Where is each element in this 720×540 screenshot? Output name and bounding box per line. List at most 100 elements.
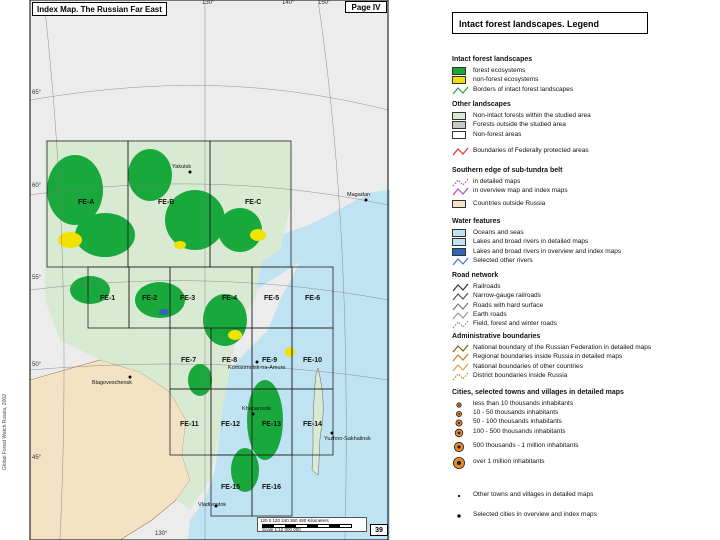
legend-section-heading: Road network [452,272,499,279]
sheet-label-fe-12[interactable]: FE-12 [221,421,240,428]
legend-line-icon [452,187,469,196]
legend-item: 50 - 100 thousands inhabitants [452,417,712,427]
city-label: Khabarovsk [242,406,272,412]
legend-swatch [452,247,466,256]
legend-swatch [452,112,466,120]
sheet-label-fe-6[interactable]: FE-6 [305,295,320,302]
legend-item: 100 - 500 thousands inhabitants [452,427,712,438]
longitude-label: 150° [318,0,331,6]
scale-bar: 120 0 120 240 360 480 Kilometers Scale 1… [257,517,367,532]
legend-item-label: Countries outside Russia [473,200,546,207]
legend-line-icon [457,514,461,518]
index-map: Index Map. The Russian Far East Page IV … [0,0,390,540]
city-symbol-icon [453,457,465,469]
map-credit: Global Forest Watch Russia, 2002 [2,394,8,470]
city-label: Yakutsk [172,164,192,170]
sheet-label-fe-7[interactable]: FE-7 [181,357,196,364]
legend-item: District boundaries inside Russia [452,371,712,381]
legend-item: Non-forest areas [452,130,712,140]
sheet-label-fe-3[interactable]: FE-3 [180,295,195,302]
sheet-label-fe-10[interactable]: FE-10 [303,357,322,364]
scale-text: Scale 1:12 000 000 [262,527,301,532]
sheet-label-fe-15[interactable]: FE-15 [221,484,240,491]
lake [159,309,169,315]
legend-item: Selected other rivers [452,256,712,266]
legend-line-icon [452,86,469,94]
legend-item-label: over 1 million inhabitants [473,458,545,465]
legend-item: 500 thousands - 1 million inhabitants [452,441,712,453]
legend-title: Intact forest landscapes. Legend [452,12,648,34]
map-title: Index Map. The Russian Far East [32,2,167,16]
city-label: Blagoveschensk [92,380,133,386]
legend-section-heading: Intact forest landscapes [452,56,533,63]
longitude-label: 130° [202,0,215,6]
page-number: 39 [370,524,388,536]
scale-ticks: 120 0 120 240 360 480 Kilometers [260,518,329,523]
legend-item-label: Non-forest areas [473,130,522,138]
longitude-label: 140° [282,0,295,6]
sheet-label-fe-9[interactable]: FE-9 [262,357,277,364]
sheet-label-fe-11[interactable]: FE-11 [180,421,199,428]
latitude-label: 55° [32,275,42,281]
legend-section-heading: Southern edge of sub-tundra belt [452,167,563,174]
legend-item-label: Field, forest and winter roads [473,320,557,328]
page-label: Page IV [345,1,387,13]
legend-section-heading: Cities, selected towns and villages in d… [452,389,624,396]
legend-item-label: Other towns and villages in detailed map… [473,491,594,498]
legend-swatch [452,76,466,85]
legend-item-label: 50 - 100 thousands inhabitants [473,418,562,425]
sheet-label-fe-5[interactable]: FE-5 [264,295,279,302]
sheet-label-fe-8[interactable]: FE-8 [222,357,237,364]
legend-item-label: in overview map and index maps [473,187,568,195]
legend-item-label: 500 thousands - 1 million inhabitants [473,442,579,449]
sheet-label-fe-13[interactable]: FE-13 [262,421,281,428]
sheet-label-fe-2[interactable]: FE-2 [142,295,157,302]
legend-item: Boundaries of Federally protected areas [452,146,712,156]
latitude-label: 50° [32,362,42,368]
legend-item: Field, forest and winter roads [452,319,712,329]
sheet-label-fe-a[interactable]: FE-A [78,199,94,206]
legend-item-label: Boundaries of Federally protected areas [473,147,589,154]
legend-item-label: Selected cities in overview and index ma… [473,511,597,518]
legend-line-icon [452,147,469,156]
legend-item: Selected cities in overview and index ma… [452,510,712,520]
legend-item-label: 100 - 500 thousands inhabitants [473,428,566,435]
sheet-label-fe-16[interactable]: FE-16 [262,484,281,491]
legend-swatch [452,229,466,237]
legend-swatch [452,121,466,130]
city-label: Yuzhno-Sakhalinsk [324,436,371,442]
latitude-label: 60° [32,183,42,189]
legend-swatch [452,130,466,139]
city-label: Vladivostok [198,502,227,508]
city-label: Komsomolsk-na-Amure [228,365,286,371]
legend-item: Other towns and villages in detailed map… [452,490,712,500]
legend-swatch [452,200,466,208]
legend-item: in overview map and index maps [452,186,712,196]
legend-section-heading: Other landscapes [452,101,511,108]
legend-section-heading: Administrative boundaries [452,333,541,340]
sheet-label-fe-1[interactable]: FE-1 [100,295,115,302]
legend-panel: Intact forest landscapes. Legend Intact … [448,0,720,540]
sheet-label-fe-4[interactable]: FE-4 [222,295,237,302]
legend-item-label: Selected other rivers [473,256,533,264]
sheet-label-fe-b[interactable]: FE-B [158,199,174,206]
legend-line-icon [452,257,469,266]
city-symbol-icon [453,441,465,453]
legend-item: Borders of intact forest landscapes [452,85,712,95]
latitude-label: 65° [32,90,42,96]
longitude-label: 130° [155,531,168,537]
legend-item-label: Borders of intact forest landscapes [473,85,574,93]
legend-swatch [452,238,466,247]
latitude-label: 45° [32,455,42,461]
legend-section-heading: Water features [452,218,501,225]
map-canvas [29,0,390,540]
legend-line-icon [452,372,469,381]
sheet-label-fe-14[interactable]: FE-14 [303,421,322,428]
sheet-label-fe-c[interactable]: FE-C [245,199,261,206]
legend-line-icon [457,494,461,498]
legend-item-label: District boundaries inside Russia [473,371,568,379]
legend-swatch [452,67,466,75]
legend-line-icon [452,320,469,329]
legend-item: Countries outside Russia [452,199,712,209]
city-label: Magadan [347,192,370,198]
